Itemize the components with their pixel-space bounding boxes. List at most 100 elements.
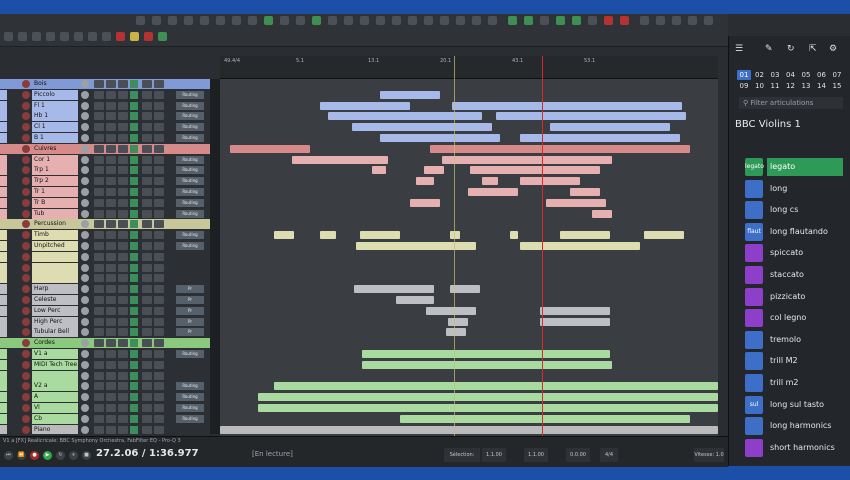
track-name[interactable]: Harp <box>32 284 78 295</box>
track-button[interactable] <box>106 144 116 153</box>
track-row[interactable]: Bois <box>0 79 210 89</box>
track-name[interactable]: Cordes <box>32 338 78 349</box>
track-row[interactable]: Cor 1 Routing <box>0 154 210 165</box>
track-row[interactable]: V1 a Routing <box>0 349 210 359</box>
track-button[interactable] <box>106 112 116 121</box>
track-button[interactable] <box>118 90 128 99</box>
midi-item[interactable] <box>426 306 476 315</box>
midi-item[interactable] <box>258 393 718 402</box>
track-button[interactable] <box>94 144 104 153</box>
tool-icon[interactable] <box>640 16 649 25</box>
record-arm-icon[interactable] <box>22 382 30 391</box>
track-button[interactable] <box>154 339 164 348</box>
track-name[interactable]: Fl 1 <box>32 100 78 111</box>
track-button[interactable] <box>154 134 164 142</box>
track-button[interactable] <box>142 101 152 110</box>
track-button[interactable] <box>142 306 152 315</box>
track-button[interactable] <box>154 371 164 380</box>
pencil-icon[interactable]: ✎ <box>765 44 773 54</box>
tool-icon[interactable] <box>200 16 209 25</box>
track-button[interactable] <box>154 252 164 261</box>
track-button[interactable] <box>106 350 116 358</box>
midi-item[interactable] <box>570 188 600 196</box>
track-button[interactable] <box>154 155 164 164</box>
track-button[interactable] <box>142 382 152 391</box>
track-button[interactable] <box>94 414 104 423</box>
track-button[interactable] <box>118 350 128 358</box>
fx-button[interactable] <box>130 252 138 261</box>
routing-button[interactable]: Pr <box>176 317 204 326</box>
track-button[interactable] <box>154 242 164 250</box>
record-arm-icon[interactable] <box>22 252 30 261</box>
tool-icon[interactable] <box>392 16 401 25</box>
track-button[interactable] <box>142 404 152 412</box>
volume-knob[interactable] <box>81 198 89 207</box>
tool-icon[interactable] <box>216 16 225 25</box>
track-button[interactable] <box>154 285 164 294</box>
track-button[interactable] <box>154 274 164 283</box>
midi-item[interactable] <box>320 101 410 110</box>
track-row[interactable]: High Perc Pr <box>0 316 210 327</box>
track-button[interactable] <box>106 414 116 423</box>
track-name[interactable]: Hb 1 <box>32 111 78 122</box>
timeline-ruler[interactable]: 49.4/4 5.1 13.1 20.1 43.1 53.1 <box>220 56 718 79</box>
volume-knob[interactable] <box>81 339 89 348</box>
channel-07[interactable]: 07 <box>830 70 844 80</box>
track-button[interactable] <box>118 425 128 434</box>
fx-button[interactable] <box>130 209 138 218</box>
articulation-item[interactable]: short harmonics <box>745 438 845 457</box>
record-arm-icon[interactable] <box>22 328 30 337</box>
routing-button[interactable]: Routing <box>176 155 204 164</box>
routing-button[interactable]: Pr <box>176 285 204 294</box>
record-arm-icon[interactable] <box>22 144 30 153</box>
track-name[interactable] <box>32 370 78 381</box>
track-button[interactable] <box>106 382 116 391</box>
tool-icon[interactable] <box>456 16 465 25</box>
track-button[interactable] <box>94 242 104 250</box>
track-button[interactable] <box>94 328 104 337</box>
selection-end[interactable]: 1.1.00 <box>524 448 548 462</box>
fx-button[interactable] <box>130 134 138 142</box>
tool-icon[interactable] <box>572 16 581 25</box>
track-button[interactable] <box>106 285 116 294</box>
volume-knob[interactable] <box>81 134 89 142</box>
track-button[interactable] <box>106 306 116 315</box>
track-button[interactable] <box>106 101 116 110</box>
track-name[interactable]: Trp 1 <box>32 165 78 176</box>
midi-item[interactable] <box>448 317 468 326</box>
fx-button[interactable] <box>130 263 138 272</box>
track-button[interactable] <box>142 339 152 348</box>
record-arm-icon[interactable] <box>22 339 30 348</box>
fx-button[interactable] <box>130 177 138 186</box>
track-button[interactable] <box>118 382 128 391</box>
track-button[interactable] <box>94 393 104 402</box>
volume-knob[interactable] <box>81 371 89 380</box>
track-name[interactable]: High Perc <box>32 316 78 327</box>
track-button[interactable] <box>154 144 164 153</box>
record-arm-icon[interactable] <box>22 393 30 402</box>
fx-button[interactable] <box>130 220 138 229</box>
midi-item[interactable] <box>274 382 718 391</box>
track-name[interactable]: Unpitched <box>32 241 78 251</box>
tool-icon[interactable] <box>656 16 665 25</box>
midi-item[interactable] <box>352 123 492 132</box>
tool-icon[interactable] <box>344 16 353 25</box>
track-button[interactable] <box>142 209 152 218</box>
track-name[interactable]: B 1 <box>32 133 78 143</box>
fx-button[interactable] <box>130 90 138 99</box>
track-button[interactable] <box>142 123 152 132</box>
track-button[interactable] <box>118 328 128 337</box>
track-button[interactable] <box>94 188 104 196</box>
channel-03[interactable]: 03 <box>768 70 782 80</box>
record-arm-icon[interactable] <box>22 80 30 88</box>
record-arm-icon[interactable] <box>22 177 30 186</box>
routing-button[interactable]: Routing <box>176 209 204 218</box>
volume-knob[interactable] <box>81 166 89 175</box>
midi-item[interactable] <box>540 317 610 326</box>
tool-icon[interactable] <box>116 32 125 41</box>
track-row[interactable]: A Routing <box>0 392 210 403</box>
volume-knob[interactable] <box>81 360 89 369</box>
tool-icon[interactable] <box>472 16 481 25</box>
open-external-icon[interactable]: ⇱ <box>809 44 817 54</box>
track-button[interactable] <box>106 263 116 272</box>
